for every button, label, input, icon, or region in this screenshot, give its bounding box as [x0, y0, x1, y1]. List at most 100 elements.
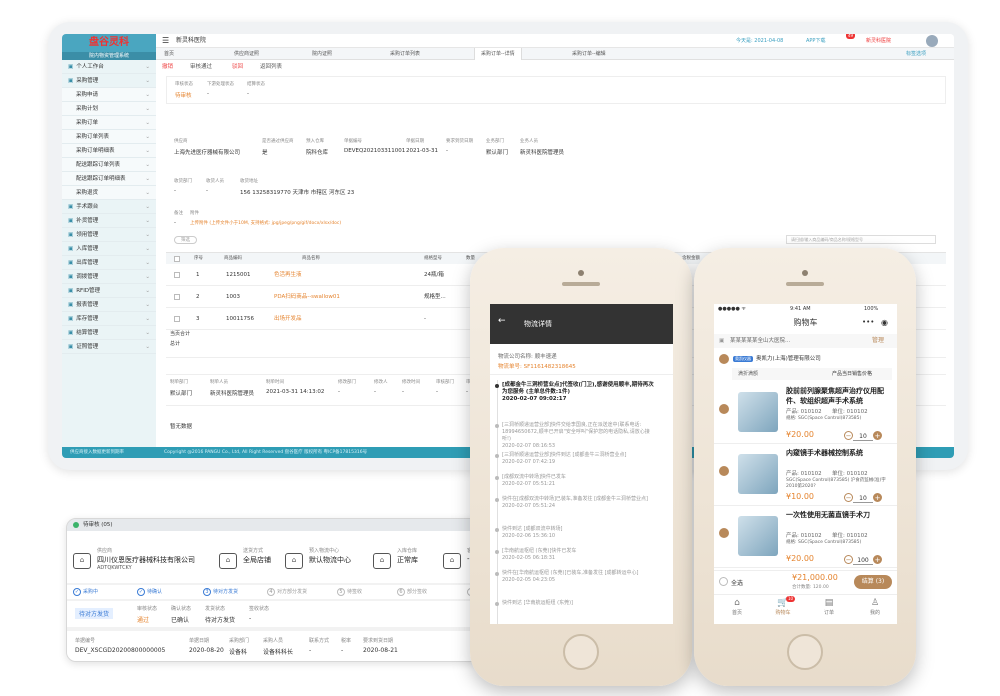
minus-icon[interactable]: −	[844, 555, 853, 564]
cart-item[interactable]: 胶前前列腺聚焦超声治疗仪用配件、软组织超声手术系统 产品: 010102 单位: 0…	[714, 382, 897, 444]
approve-button[interactable]: 审核通过	[190, 60, 212, 74]
cart-item[interactable]: 一次性使用无菌直镜手术刀 产品: 010102 单位: 010102 规格: SGC(…	[714, 506, 897, 568]
item-check-icon[interactable]	[719, 528, 729, 538]
app-download-link[interactable]: APP下载	[806, 34, 825, 48]
quantity-value[interactable]: 100	[853, 557, 873, 565]
select-all-label[interactable]: 全选	[731, 578, 743, 587]
row-checkbox[interactable]	[174, 294, 180, 300]
row-name[interactable]: 色活再生液	[274, 264, 302, 286]
sidebar-item[interactable]: ▣ RFID管理 ⌄	[62, 284, 156, 298]
more-icon[interactable]: •••	[862, 318, 874, 326]
address-bar[interactable]: ▣ 某某某某某全山大医院... 管理	[714, 334, 897, 348]
tab-1[interactable]: 供应商证照	[228, 48, 265, 60]
tab-4[interactable]: 采购订单--详情	[474, 48, 522, 60]
sidebar-item[interactable]: ▣ 领用管理 ⌄	[62, 228, 156, 242]
upload-attachment-link[interactable]: 上传附件 (上传文件小于10M, 支持格式: jpg/jpeg/png/gif/…	[190, 220, 341, 226]
avatar[interactable]	[926, 35, 938, 47]
sidebar-item[interactable]: 配送跟踪订单列表 ⌄	[62, 158, 156, 172]
row-checkbox[interactable]	[174, 316, 180, 322]
quantity-stepper[interactable]: −100 +	[844, 555, 882, 565]
tab-options[interactable]: 标签选项	[906, 48, 926, 60]
phone-home-button[interactable]	[563, 634, 599, 670]
info-label: 要求到货日期	[446, 139, 473, 144]
user-name[interactable]: 新灵科医院	[866, 34, 891, 48]
item-check-icon[interactable]	[719, 404, 729, 414]
sidebar-item[interactable]: 配送跟踪订单明细表 ⌄	[62, 172, 156, 186]
nav-item-2[interactable]: ▤ 订单	[806, 597, 852, 616]
tab-5[interactable]: 采购订单--编辑	[566, 48, 612, 60]
product-search-input[interactable]: 请扫描/输入商品编码/商品名称/规格型号	[786, 235, 936, 244]
bottom-left-notice[interactable]: 供应商接入数据更新到期率	[70, 450, 124, 455]
timeline-dot-icon	[495, 528, 499, 532]
quantity-stepper[interactable]: −10 +	[844, 431, 882, 441]
undo-button[interactable]: 撤销	[162, 60, 173, 74]
row-name[interactable]: PDA扫码商品--swallow01	[274, 286, 340, 308]
event-date: 2020-02-07 09:02:17	[502, 396, 567, 402]
nav-item-3[interactable]: ♙ 我的	[852, 597, 897, 616]
reject-button[interactable]: 驳回	[232, 60, 243, 74]
checkout-button[interactable]: 结算 (3)	[854, 575, 892, 589]
cart-item[interactable]: 内窥镜手术器械控制系统 产品: 010102 单位: 010102 SGC(Space…	[714, 444, 897, 506]
header-checkbox[interactable]	[174, 256, 180, 262]
nav-item-0[interactable]: ⌂ 首页	[714, 597, 760, 616]
sidebar-item[interactable]: ▣ 报表管理 ⌄	[62, 298, 156, 312]
copyright-text: Copyright @2016 PANGU Co., Ltd, All Righ…	[164, 450, 368, 455]
filter-button[interactable]: 筛选	[174, 236, 197, 244]
tab-3[interactable]: 采购订单列表	[384, 48, 426, 60]
transfer-icon: ▣	[68, 274, 74, 280]
chevron-down-icon: ⌄	[145, 106, 150, 112]
product-name: 胶前前列腺聚焦超声治疗仪用配件、软组织超声手术系统	[786, 387, 884, 405]
stock-icon: ⌂	[373, 553, 391, 569]
select-all-check-icon[interactable]	[719, 577, 728, 586]
sidebar-item[interactable]: 采购申请 ⌄	[62, 88, 156, 102]
status-bar: ●●●●● ᯤ 9:41 AM 100%	[714, 304, 897, 314]
row-checkbox[interactable]	[174, 272, 180, 278]
sidebar-item[interactable]: 采购订单列表 ⌄	[62, 130, 156, 144]
phone-speaker	[786, 282, 824, 286]
sidebar-item[interactable]: ▣ 个人工作台 ⌄	[62, 60, 156, 74]
shop-check-icon[interactable]	[719, 354, 729, 364]
manage-button[interactable]: 管理	[872, 334, 884, 348]
sidebar-item[interactable]: ▣ 出库管理 ⌄	[62, 256, 156, 270]
sidebar-item[interactable]: ▣ 库存管理 ⌄	[62, 312, 156, 326]
phone-home-button[interactable]	[787, 634, 823, 670]
target-icon[interactable]: ◉	[881, 318, 888, 327]
quantity-value[interactable]: 10	[853, 495, 873, 503]
logistics-event: [三洞桥顺递运营业部]快件交给李国良,正在派送途中(联系电话: 18994650…	[495, 422, 658, 450]
sidebar-item[interactable]: 采购订单明细表 ⌄	[62, 144, 156, 158]
sidebar-item[interactable]: ▣ 补货管理 ⌄	[62, 214, 156, 228]
plus-icon[interactable]: +	[873, 493, 882, 502]
item-check-icon[interactable]	[719, 466, 729, 476]
step-label: 待签收	[347, 589, 363, 595]
plus-icon[interactable]: +	[873, 431, 882, 440]
tab-0[interactable]: 首页	[158, 48, 180, 60]
field-label: 入库仓库	[397, 548, 418, 554]
back-arrow-icon[interactable]: ←	[498, 316, 506, 326]
logistics-event: [成都金牛三洞桥营业点]代签收(门卫),感谢使用顺丰,期待再次为您服务 (主单总…	[495, 382, 658, 403]
sidebar-item[interactable]: ▣ 证照管理 ⌄	[62, 340, 156, 354]
sidebar-item[interactable]: ▣ 调拨管理 ⌄	[62, 270, 156, 284]
sidebar-item[interactable]: 采购退货 ⌄	[62, 186, 156, 200]
minus-icon[interactable]: −	[844, 493, 853, 502]
sidebar-item[interactable]: 采购订单 ⌄	[62, 116, 156, 130]
sidebar-item[interactable]: 采购计划 ⌄	[62, 102, 156, 116]
card-header-title: 待审核 (05)	[83, 522, 113, 528]
product-spec: 规格: SGC(Space Control)873585)	[786, 416, 862, 421]
quantity-stepper[interactable]: −10 +	[844, 493, 882, 503]
menu-toggle-icon[interactable]: ☰	[162, 34, 169, 48]
back-to-list-button[interactable]: 返回列表	[260, 60, 282, 74]
quantity-value[interactable]: 10	[853, 433, 873, 441]
nav-item-1[interactable]: 🛒 购物车 10	[760, 596, 806, 616]
minus-icon[interactable]: −	[844, 431, 853, 440]
plus-icon[interactable]: +	[873, 555, 882, 564]
sidebar-item[interactable]: ▣ 结算管理 ⌄	[62, 326, 156, 340]
field-code: ADTQKWTCKY	[97, 565, 132, 571]
recv-person-value: -	[206, 188, 208, 194]
sidebar-item[interactable]: ▣ 入库管理 ⌄	[62, 242, 156, 256]
notification-badge[interactable]: 49	[846, 34, 856, 39]
sidebar-item[interactable]: ▣ 手术跟台 ⌄	[62, 200, 156, 214]
progress-step: 6 部分签收	[397, 585, 427, 599]
sidebar-item[interactable]: ▣ 采购管理 ⌄	[62, 74, 156, 88]
recv-address-label: 收货地址	[240, 179, 258, 184]
tab-2[interactable]: 院内证照	[306, 48, 338, 60]
